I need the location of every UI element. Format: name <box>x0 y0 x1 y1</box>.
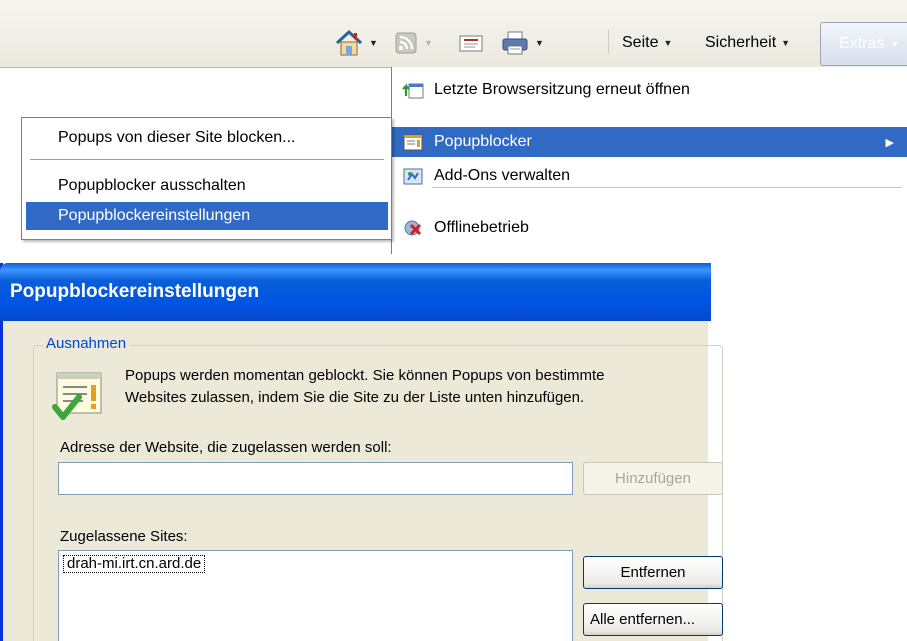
read-mail-button[interactable] <box>457 26 485 60</box>
address-label: Adresse der Website, die zugelassen werd… <box>60 439 392 456</box>
tools-menu-label: Extras <box>839 35 885 52</box>
toolbar-separator <box>608 30 609 54</box>
security-menu-label: Sicherheit <box>705 34 777 51</box>
menu-separator <box>432 187 902 188</box>
print-dropdown-arrow[interactable]: ▼ <box>535 38 544 48</box>
command-bar: ▼ ▼ ▼ Seite ▼ Sicherheit ▼ Extras ▼ <box>0 0 907 67</box>
feeds-icon <box>395 32 417 54</box>
menu-item-reopen-session[interactable]: Letzte Browsersitzung erneut öffnen <box>392 75 907 105</box>
submenu-item-block-popups[interactable]: Popups von dieser Site blocken... <box>26 124 388 152</box>
manage-addons-icon <box>403 168 423 185</box>
print-button[interactable]: ▼ <box>500 26 544 60</box>
popup-info-icon <box>52 372 102 420</box>
submenu-item-label: Popupblocker ausschalten <box>58 177 246 194</box>
home-button[interactable]: ▼ <box>334 26 378 60</box>
security-dropdown-arrow: ▼ <box>781 38 791 48</box>
feeds-button[interactable]: ▼ <box>393 26 433 60</box>
page-menu-button[interactable]: Seite ▼ <box>622 26 672 60</box>
read-mail-icon <box>459 35 483 52</box>
popup-blocker-submenu: Popups von dieser Site blocken... Popupb… <box>21 117 392 240</box>
info-text-line: Popups werden momentan geblockt. Sie kön… <box>125 367 605 384</box>
submenu-item-label: Popups von dieser Site blocken... <box>58 129 296 146</box>
security-menu-button[interactable]: Sicherheit ▼ <box>705 26 790 60</box>
menu-item-popup-blocker[interactable]: Popupblocker ▶ <box>392 127 907 157</box>
work-offline-icon <box>404 220 422 236</box>
menu-item-label: Add-Ons verwalten <box>434 167 571 184</box>
submenu-separator <box>30 159 384 160</box>
menu-item-label: Popupblocker <box>434 133 532 150</box>
dialog-titlebar[interactable]: Popupblockereinstellungen <box>0 263 711 321</box>
home-dropdown-arrow[interactable]: ▼ <box>369 38 378 48</box>
page-menu-label: Seite <box>622 34 659 51</box>
submenu-item-blocker-settings[interactable]: Popupblockereinstellungen <box>26 202 388 230</box>
submenu-arrow-icon: ▶ <box>885 136 894 149</box>
add-button[interactable]: Hinzufügen <box>583 462 723 495</box>
website-address-input[interactable] <box>58 462 573 495</box>
reopen-session-icon <box>402 83 424 99</box>
menu-item-work-offline[interactable]: Offlinebetrieb <box>392 213 907 243</box>
page-dropdown-arrow: ▼ <box>663 38 673 48</box>
allowed-sites-list[interactable]: drah-mi.irt.cn.ard.de <box>58 550 573 641</box>
remove-button[interactable]: Entfernen <box>583 556 723 589</box>
toolbar-bottom-border <box>0 67 395 68</box>
remove-all-button[interactable]: Alle entfernen... <box>583 603 723 636</box>
submenu-item-disable-blocker[interactable]: Popupblocker ausschalten <box>26 172 388 200</box>
allowed-sites-label: Zugelassene Sites: <box>60 528 188 545</box>
menu-item-label: Offlinebetrieb <box>434 219 529 236</box>
tools-menu: Letzte Browsersitzung erneut öffnen Popu… <box>391 67 907 254</box>
dialog-title: Popupblockereinstellungen <box>10 281 260 302</box>
popup-blocker-settings-dialog: Popupblockereinstellungen Ausnahmen Popu… <box>0 263 723 641</box>
print-icon <box>502 31 528 55</box>
tools-menu-button[interactable]: Extras ▼ <box>820 22 907 66</box>
tools-dropdown-arrow: ▼ <box>890 39 900 49</box>
exceptions-group-label: Ausnahmen <box>43 335 130 352</box>
menu-item-label: Letzte Browsersitzung erneut öffnen <box>434 81 690 98</box>
list-item[interactable]: drah-mi.irt.cn.ard.de <box>63 555 206 573</box>
home-icon <box>335 29 363 56</box>
popup-blocker-icon <box>403 134 423 151</box>
info-text-line: Websites zulassen, indem Sie die Site zu… <box>125 389 585 406</box>
info-text: Popups werden momentan geblockt. Sie kön… <box>125 365 604 409</box>
submenu-item-label: Popupblockereinstellungen <box>58 207 251 224</box>
feeds-dropdown-arrow[interactable]: ▼ <box>424 38 433 48</box>
